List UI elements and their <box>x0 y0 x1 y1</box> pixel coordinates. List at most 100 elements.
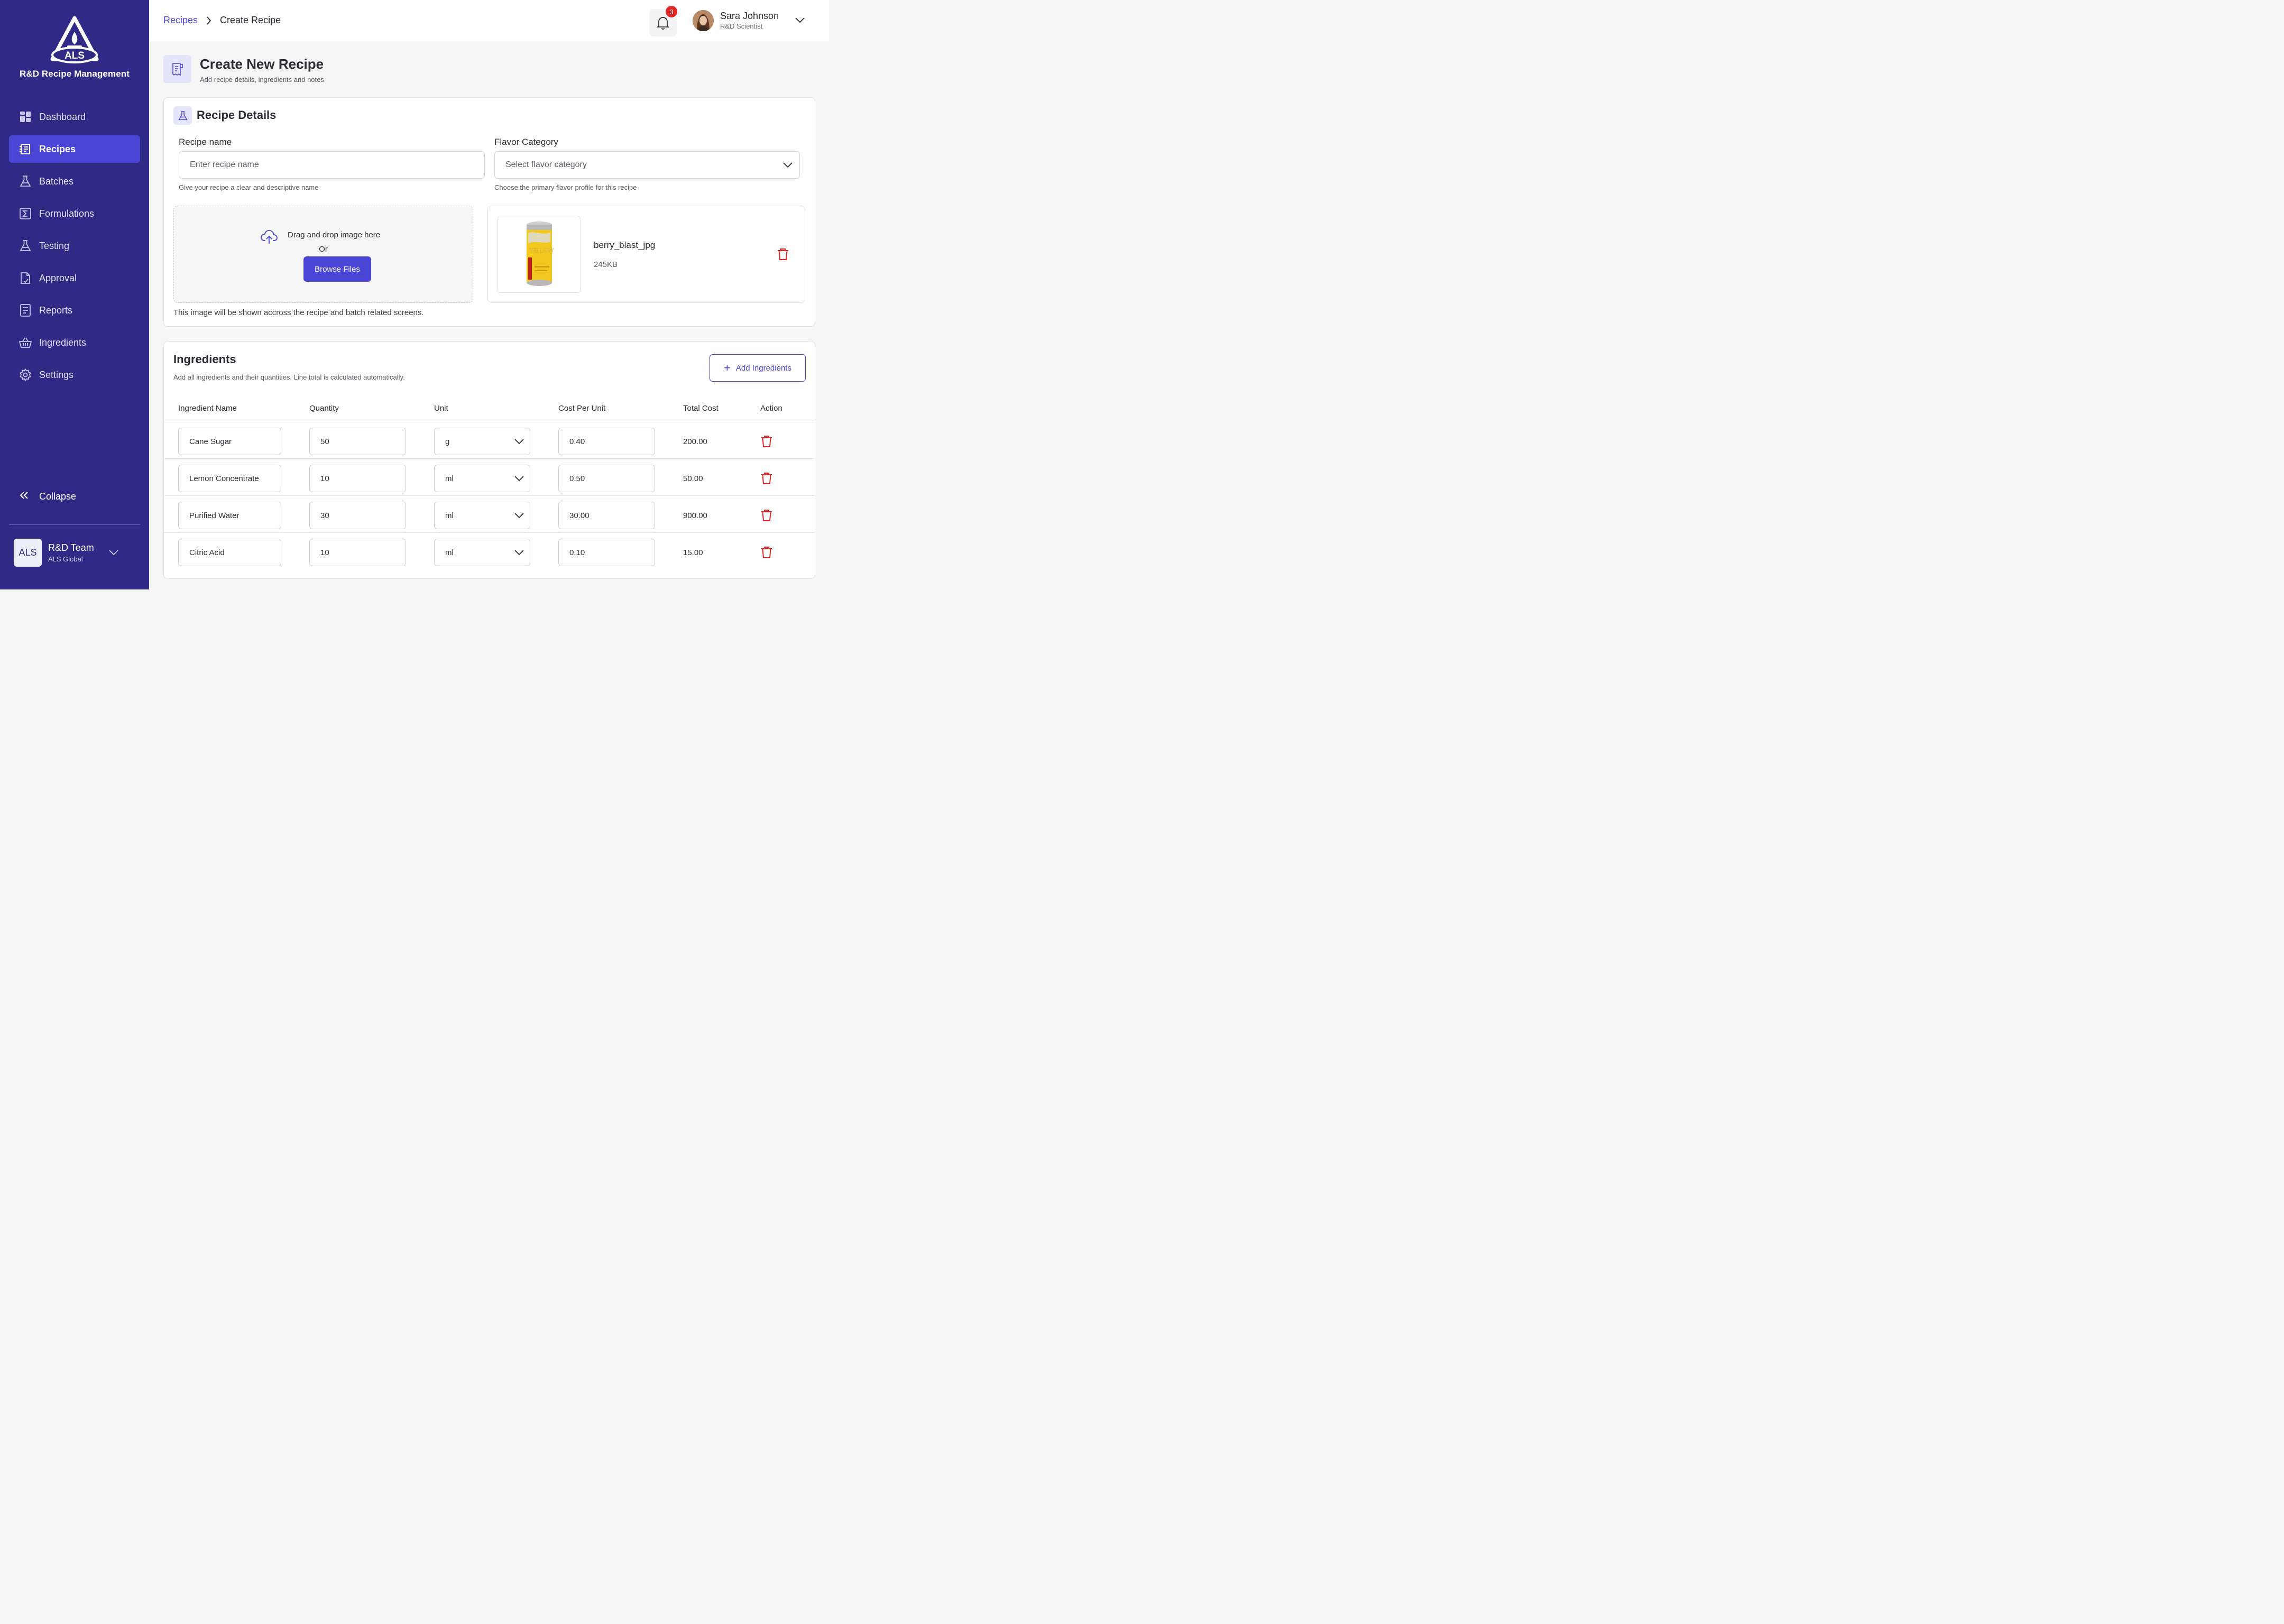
sidebar-item-testing[interactable]: Testing <box>9 232 140 260</box>
upload-note: This image will be shown accross the rec… <box>173 308 424 317</box>
avatar[interactable] <box>693 10 714 31</box>
sidebar-nav: Dashboard Recipes Batches Formulations T… <box>9 103 140 393</box>
team-org: ALS Global <box>48 555 83 563</box>
unit-value: ml <box>445 474 454 483</box>
sidebar-item-label: Settings <box>39 369 74 380</box>
user-role: R&D Scientist <box>720 22 763 30</box>
delete-file-button[interactable] <box>777 248 789 263</box>
total-cost: 900.00 <box>683 511 707 520</box>
sidebar: ALS R&D Recipe Management Dashboard Reci… <box>0 0 149 589</box>
can-image: YELLOW <box>526 222 554 286</box>
trash-icon <box>761 510 772 521</box>
team-name: R&D Team <box>48 542 94 553</box>
column-header-total-cost: Total Cost <box>683 404 719 413</box>
delete-row-button[interactable] <box>761 546 772 561</box>
sidebar-divider <box>9 524 140 525</box>
flavor-category-select[interactable]: Select flavor category <box>494 151 800 179</box>
brand: ALS R&D Recipe Management <box>0 16 149 79</box>
app-title: R&D Recipe Management <box>19 69 130 79</box>
row-divider <box>164 495 815 496</box>
flask-icon <box>19 239 32 252</box>
sidebar-item-settings[interactable]: Settings <box>9 361 140 389</box>
sidebar-item-dashboard[interactable]: Dashboard <box>9 103 140 131</box>
cost-per-unit-input[interactable]: 0.40 <box>558 428 655 455</box>
collapse-button[interactable]: Collapse <box>19 491 76 502</box>
flask-icon <box>19 175 32 188</box>
sidebar-item-approval[interactable]: Approval <box>9 264 140 292</box>
notification-badge: 3 <box>665 5 678 19</box>
chevron-down-icon <box>109 548 118 558</box>
trash-icon <box>778 248 788 260</box>
sidebar-item-formulations[interactable]: Formulations <box>9 200 140 227</box>
unit-value: ml <box>445 511 454 520</box>
ingredient-name-input[interactable]: Cane Sugar <box>178 428 281 455</box>
column-header-cost-per-unit: Cost Per Unit <box>558 404 606 413</box>
gear-icon <box>19 368 32 381</box>
dropzone-text: Drag and drop image here <box>288 230 381 239</box>
user-menu-chevron-down-icon[interactable] <box>795 16 805 25</box>
dashboard-icon <box>19 110 32 123</box>
sidebar-item-label: Ingredients <box>39 337 87 348</box>
uploaded-file-card: YELLOW berry_blast_jpg 245KB <box>487 206 805 303</box>
quantity-input[interactable]: 50 <box>309 428 406 455</box>
als-logo-icon: ALS <box>50 16 99 63</box>
file-thumbnail: YELLOW <box>498 216 581 293</box>
sidebar-item-batches[interactable]: Batches <box>9 168 140 195</box>
delete-row-button[interactable] <box>761 435 772 450</box>
ingredient-name-input[interactable]: Citric Acid <box>178 539 281 566</box>
basket-icon <box>19 336 32 349</box>
unit-select[interactable]: ml <box>434 465 530 492</box>
total-cost: 200.00 <box>683 437 707 446</box>
sidebar-item-recipes[interactable]: Recipes <box>9 135 140 163</box>
recipe-name-hint: Give your recipe a clear and descriptive… <box>179 183 319 191</box>
sidebar-item-ingredients[interactable]: Ingredients <box>9 329 140 356</box>
browse-files-button[interactable]: Browse Files <box>303 256 371 282</box>
chevron-down-icon <box>514 436 524 449</box>
flavor-category-label: Flavor Category <box>494 137 558 147</box>
row-divider <box>164 458 815 459</box>
document-check-icon <box>19 272 32 284</box>
add-ingredients-label: Add Ingredients <box>735 363 791 373</box>
team-switcher[interactable]: ALS R&D Team ALS Global <box>14 539 118 567</box>
bell-icon <box>657 17 669 30</box>
add-ingredients-button[interactable]: + Add Ingredients <box>710 354 806 382</box>
dropzone-or: Or <box>319 245 328 254</box>
recipe-book-icon <box>19 143 32 155</box>
sidebar-item-reports[interactable]: Reports <box>9 297 140 324</box>
ingredient-name-input[interactable]: Purified Water <box>178 502 281 529</box>
delete-row-button[interactable] <box>761 509 772 524</box>
quantity-input[interactable]: 10 <box>309 539 406 566</box>
chevron-down-icon <box>514 473 524 486</box>
recipe-name-input[interactable] <box>179 151 485 179</box>
cost-per-unit-input[interactable]: 0.10 <box>558 539 655 566</box>
receipt-icon <box>163 55 191 83</box>
quantity-input[interactable]: 10 <box>309 465 406 492</box>
quantity-input[interactable]: 30 <box>309 502 406 529</box>
unit-select[interactable]: ml <box>434 502 530 529</box>
unit-select[interactable]: g <box>434 428 530 455</box>
sidebar-item-label: Formulations <box>39 208 95 219</box>
report-icon <box>19 304 32 317</box>
breadcrumb-recipes-link[interactable]: Recipes <box>163 15 198 26</box>
can-label: YELLOW <box>529 247 554 254</box>
unit-value: g <box>445 437 450 446</box>
unit-select[interactable]: ml <box>434 539 530 566</box>
ingredients-title: Ingredients <box>173 353 236 366</box>
plus-icon: + <box>724 361 731 374</box>
cost-per-unit-input[interactable]: 30.00 <box>558 502 655 529</box>
sidebar-item-label: Dashboard <box>39 111 86 122</box>
chevron-down-icon <box>514 510 524 523</box>
delete-row-button[interactable] <box>761 472 772 487</box>
sidebar-item-label: Batches <box>39 176 74 187</box>
cost-per-unit-input[interactable]: 0.50 <box>558 465 655 492</box>
recipe-details-card: Recipe Details Recipe name Give your rec… <box>163 97 815 327</box>
page-title: Create New Recipe <box>200 56 324 72</box>
trash-icon <box>761 473 772 484</box>
section-title: Recipe Details <box>197 108 277 122</box>
ingredient-name-input[interactable]: Lemon Concentrate <box>178 465 281 492</box>
sidebar-item-label: Recipes <box>39 143 76 154</box>
flavor-category-placeholder: Select flavor category <box>505 160 587 169</box>
image-dropzone[interactable]: Drag and drop image here Or Browse Files <box>173 206 473 303</box>
page-subtitle: Add recipe details, ingredients and note… <box>200 76 324 84</box>
team-logo: ALS <box>14 539 42 567</box>
